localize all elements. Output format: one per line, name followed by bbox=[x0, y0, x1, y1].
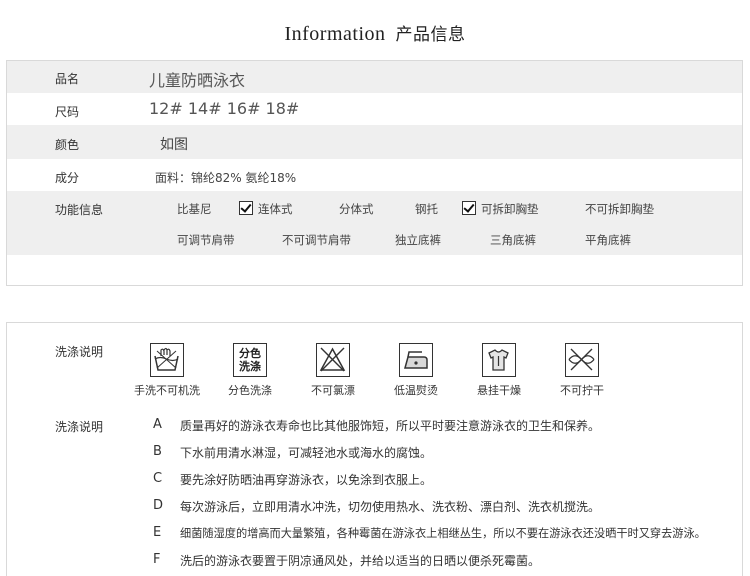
low-iron-icon bbox=[399, 343, 433, 377]
option-two-piece: 分体式 bbox=[339, 202, 374, 216]
separate-wash-line1: 分色 bbox=[239, 347, 261, 360]
function-label: 功能信息 bbox=[55, 203, 104, 217]
checkbox-checked-icon bbox=[239, 201, 253, 215]
name-label: 品名 bbox=[55, 72, 80, 86]
color-row: 颜色 如图 bbox=[7, 125, 742, 159]
separate-wash-item: 分色 洗涤 分色洗涤 bbox=[215, 343, 285, 398]
option-fixed-pad: 不可拆卸胸垫 bbox=[585, 202, 654, 216]
name-row: 品名 儿童防晒泳衣 bbox=[7, 61, 742, 93]
size-row: 尺码 12# 14# 16# 18# bbox=[7, 93, 742, 125]
hang-dry-item: 悬挂干燥 bbox=[464, 343, 534, 398]
title-en: Information bbox=[284, 23, 386, 45]
care-section: 洗涤说明 手洗不可机洗 分色 洗涤 分色洗涤 不可氯漂 低温熨烫 悬挂干燥 不可… bbox=[6, 322, 743, 576]
hang-dry-text: 悬挂干燥 bbox=[477, 384, 521, 397]
composition-row: 成分 面料：锦纶82% 氨纶18% bbox=[7, 159, 742, 191]
option-boyshort-bottom: 平角底裤 bbox=[585, 233, 631, 247]
no-wring-text: 不可拧干 bbox=[560, 384, 604, 397]
separate-wash-icon: 分色 洗涤 bbox=[233, 343, 267, 377]
note-letter: C bbox=[153, 471, 163, 486]
option-separate-bottom: 独立底裤 bbox=[395, 233, 441, 247]
color-label: 颜色 bbox=[55, 138, 80, 152]
composition-label: 成分 bbox=[55, 171, 80, 185]
hand-wash-item: 手洗不可机洗 bbox=[132, 343, 202, 398]
option-fixed-strap: 不可调节肩带 bbox=[282, 233, 351, 247]
note-letter: E bbox=[153, 525, 162, 540]
no-bleach-icon bbox=[316, 343, 350, 377]
color-value: 如图 bbox=[160, 137, 188, 153]
no-bleach-item: 不可氯漂 bbox=[298, 343, 368, 398]
separate-wash-text: 分色洗涤 bbox=[228, 384, 272, 397]
note-text: 质量再好的游泳衣寿命也比其他服饰短，所以平时要注意游泳衣的卫生和保养。 bbox=[180, 419, 601, 433]
care-label: 洗涤说明 bbox=[55, 345, 104, 359]
note-letter: F bbox=[153, 552, 161, 567]
page-title: Information 产品信息 bbox=[0, 20, 750, 46]
notes-label: 洗涤说明 bbox=[55, 420, 104, 434]
size-label: 尺码 bbox=[55, 105, 80, 119]
low-iron-item: 低温熨烫 bbox=[381, 343, 451, 398]
option-underwire: 钢托 bbox=[415, 202, 438, 216]
hand-wash-icon bbox=[150, 343, 184, 377]
note-letter: A bbox=[153, 417, 162, 432]
low-iron-text: 低温熨烫 bbox=[394, 384, 438, 397]
name-value: 儿童防晒泳衣 bbox=[149, 71, 246, 90]
empty-row bbox=[7, 255, 742, 287]
title-cn: 产品信息 bbox=[395, 25, 466, 45]
checkbox-checked-icon bbox=[462, 201, 476, 215]
note-text: 要先涂好防晒油再穿游泳衣，以免涂到衣服上。 bbox=[180, 473, 433, 487]
size-value: 12# 14# 16# 18# bbox=[149, 99, 300, 118]
note-text: 下水前用清水淋湿，可减轻池水或海水的腐蚀。 bbox=[180, 446, 433, 460]
note-letter: B bbox=[153, 444, 162, 459]
option-one-piece: 连体式 bbox=[239, 201, 293, 217]
composition-value: 面料：锦纶82% 氨纶18% bbox=[155, 171, 297, 185]
option-brief-bottom: 三角底裤 bbox=[490, 233, 536, 247]
hang-dry-icon bbox=[482, 343, 516, 377]
note-text: 每次游泳后，立即用清水冲洗，切勿使用热水、洗衣粉、漂白剂、洗衣机搅洗。 bbox=[180, 500, 601, 514]
function-row: 功能信息 比基尼 连体式 分体式 钢托 可拆卸胸垫 不可拆卸胸垫 可调节肩带 不… bbox=[7, 191, 742, 255]
note-text: 细菌随湿度的增高而大量繁殖，各种霉菌在游泳衣上相继丛生，所以不要在游泳衣还没晒干… bbox=[180, 527, 706, 540]
no-wring-item: 不可拧干 bbox=[547, 343, 617, 398]
product-info-table: 品名 儿童防晒泳衣 尺码 12# 14# 16# 18# 颜色 如图 成分 面料… bbox=[6, 60, 743, 286]
option-bikini: 比基尼 bbox=[177, 202, 212, 216]
note-letter: D bbox=[153, 498, 164, 513]
hand-wash-text: 手洗不可机洗 bbox=[134, 384, 200, 397]
no-wring-icon bbox=[565, 343, 599, 377]
separate-wash-line2: 洗涤 bbox=[239, 360, 261, 373]
option-removable-pad: 可拆卸胸垫 bbox=[462, 201, 539, 217]
option-adjustable-strap: 可调节肩带 bbox=[177, 233, 235, 247]
no-bleach-text: 不可氯漂 bbox=[311, 384, 355, 397]
note-text: 洗后的游泳衣要置于阴凉通风处，并给以适当的日晒以便杀死霉菌。 bbox=[180, 554, 541, 568]
